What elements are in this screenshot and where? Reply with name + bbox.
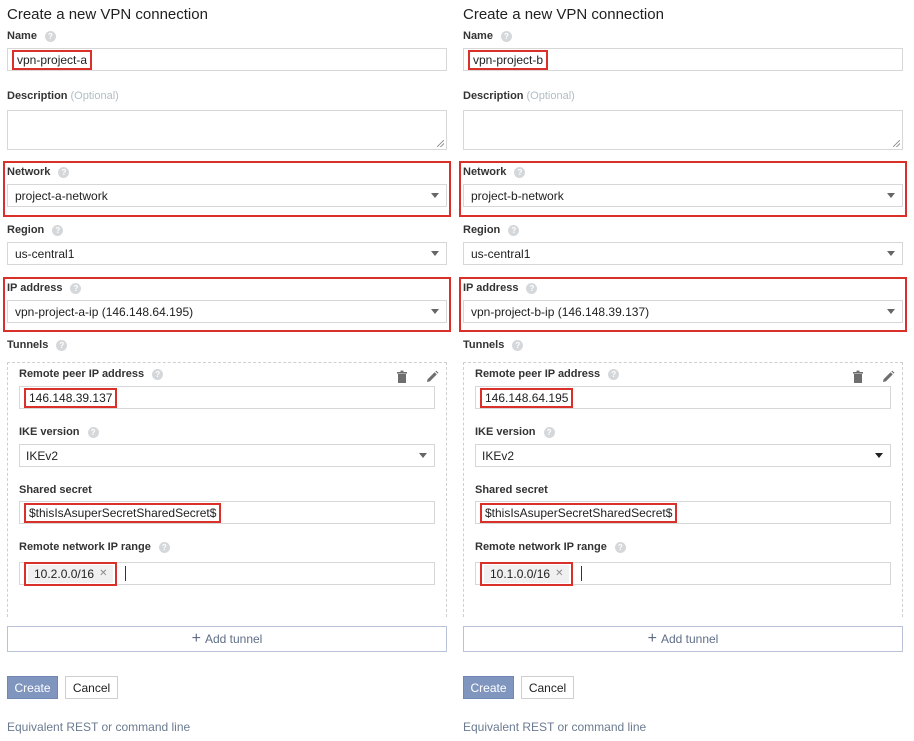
- remote-range-label: Remote network IP range ?: [19, 541, 170, 553]
- rest-command-line-link[interactable]: Equivalent REST or command line: [7, 720, 190, 734]
- ip-address-label: IP address ?: [7, 282, 82, 294]
- help-icon[interactable]: ?: [56, 339, 68, 351]
- chip-remove-icon[interactable]: ✕: [555, 567, 563, 581]
- network-label: Network ?: [7, 166, 70, 178]
- remote-range-input[interactable]: 10.1.0.0/16 ✕: [475, 561, 891, 586]
- help-icon[interactable]: ?: [70, 282, 82, 294]
- cancel-button[interactable]: Cancel: [521, 676, 574, 699]
- ip-address-label: IP address ?: [463, 282, 538, 294]
- plus-icon: +: [647, 630, 657, 647]
- resize-grip-icon[interactable]: [893, 140, 900, 147]
- dropdown-caret-icon: [875, 453, 883, 458]
- text-cursor: [581, 566, 583, 581]
- pencil-icon[interactable]: [881, 370, 895, 384]
- help-icon[interactable]: ?: [158, 541, 170, 553]
- dropdown-caret-icon: [431, 251, 439, 256]
- description-label: Description (Optional): [7, 90, 119, 102]
- description-label: Description (Optional): [463, 90, 575, 102]
- ike-version-select[interactable]: IKEv2: [19, 444, 435, 467]
- help-icon[interactable]: ?: [512, 339, 524, 351]
- shared-secret-value: $thisIsAsuperSecretSharedSecret$: [480, 502, 678, 523]
- region-select[interactable]: us-central1: [463, 242, 903, 265]
- help-icon[interactable]: ?: [514, 166, 526, 178]
- help-icon[interactable]: ?: [58, 166, 70, 178]
- dropdown-caret-icon: [887, 309, 895, 314]
- description-textarea[interactable]: [463, 110, 903, 150]
- text-cursor: [125, 566, 127, 581]
- network-label: Network ?: [463, 166, 526, 178]
- dropdown-caret-icon: [431, 193, 439, 198]
- remote-peer-input[interactable]: 146.148.39.137: [19, 386, 435, 409]
- help-icon[interactable]: ?: [508, 224, 520, 236]
- remote-range-label: Remote network IP range ?: [475, 541, 626, 553]
- vpn-form-project-a: Create a new VPN connection Name ? vpn-p…: [0, 0, 451, 741]
- remote-peer-value: 146.148.39.137: [24, 387, 118, 408]
- trash-icon[interactable]: [395, 370, 409, 384]
- ip-address-select[interactable]: vpn-project-b-ip (146.148.39.137): [463, 300, 903, 323]
- shared-secret-label: Shared secret: [475, 484, 548, 496]
- help-icon[interactable]: ?: [500, 30, 512, 42]
- vpn-form-project-b: Create a new VPN connection Name ? vpn-p…: [456, 0, 907, 741]
- name-input[interactable]: vpn-project-a: [7, 48, 447, 71]
- remote-peer-label: Remote peer IP address ?: [19, 368, 164, 380]
- help-icon[interactable]: ?: [614, 541, 626, 553]
- page-title: Create a new VPN connection: [7, 6, 208, 23]
- remote-range-highlight: 10.2.0.0/16 ✕: [24, 561, 118, 586]
- ip-range-chip: 10.1.0.0/16 ✕: [484, 564, 570, 583]
- shared-secret-input[interactable]: $thisIsAsuperSecretSharedSecret$: [475, 501, 891, 524]
- remote-peer-label: Remote peer IP address ?: [475, 368, 620, 380]
- shared-secret-value: $thisIsAsuperSecretSharedSecret$: [24, 502, 222, 523]
- help-icon[interactable]: ?: [44, 30, 56, 42]
- region-label: Region ?: [463, 224, 520, 236]
- trash-icon[interactable]: [851, 370, 865, 384]
- ip-address-select[interactable]: vpn-project-a-ip (146.148.64.195): [7, 300, 447, 323]
- help-icon[interactable]: ?: [87, 426, 99, 438]
- shared-secret-label: Shared secret: [19, 484, 92, 496]
- remote-peer-value: 146.148.64.195: [480, 387, 574, 408]
- region-label: Region ?: [7, 224, 64, 236]
- chip-remove-icon[interactable]: ✕: [99, 567, 107, 581]
- resize-grip-icon[interactable]: [437, 140, 444, 147]
- rest-command-line-link[interactable]: Equivalent REST or command line: [463, 720, 646, 734]
- tunnels-label: Tunnels ?: [463, 339, 524, 351]
- name-label: Name ?: [7, 30, 56, 42]
- shared-secret-input[interactable]: $thisIsAsuperSecretSharedSecret$: [19, 501, 435, 524]
- dropdown-caret-icon: [887, 193, 895, 198]
- ike-version-label: IKE version ?: [475, 426, 555, 438]
- remote-range-highlight: 10.1.0.0/16 ✕: [480, 561, 574, 586]
- region-select[interactable]: us-central1: [7, 242, 447, 265]
- description-textarea[interactable]: [7, 110, 447, 150]
- create-button[interactable]: Create: [7, 676, 58, 699]
- name-input[interactable]: vpn-project-b: [463, 48, 903, 71]
- remote-peer-input[interactable]: 146.148.64.195: [475, 386, 891, 409]
- create-button[interactable]: Create: [463, 676, 514, 699]
- tunnels-label: Tunnels ?: [7, 339, 68, 351]
- help-icon[interactable]: ?: [608, 368, 620, 380]
- cancel-button[interactable]: Cancel: [65, 676, 118, 699]
- page-title: Create a new VPN connection: [463, 6, 664, 23]
- plus-icon: +: [191, 630, 201, 647]
- name-label: Name ?: [463, 30, 512, 42]
- name-value: vpn-project-a: [12, 49, 93, 70]
- remote-range-input[interactable]: 10.2.0.0/16 ✕: [19, 561, 435, 586]
- ip-range-chip: 10.2.0.0/16 ✕: [28, 564, 114, 583]
- help-icon[interactable]: ?: [543, 426, 555, 438]
- ike-version-select[interactable]: IKEv2: [475, 444, 891, 467]
- add-tunnel-button[interactable]: + Add tunnel: [7, 626, 447, 652]
- dropdown-caret-icon: [431, 309, 439, 314]
- help-icon[interactable]: ?: [152, 368, 164, 380]
- name-value: vpn-project-b: [468, 49, 549, 70]
- help-icon[interactable]: ?: [526, 282, 538, 294]
- pencil-icon[interactable]: [425, 370, 439, 384]
- help-icon[interactable]: ?: [52, 224, 64, 236]
- dropdown-caret-icon: [419, 453, 427, 458]
- network-select[interactable]: project-a-network: [7, 184, 447, 207]
- dropdown-caret-icon: [887, 251, 895, 256]
- add-tunnel-button[interactable]: + Add tunnel: [463, 626, 903, 652]
- network-select[interactable]: project-b-network: [463, 184, 903, 207]
- ike-version-label: IKE version ?: [19, 426, 99, 438]
